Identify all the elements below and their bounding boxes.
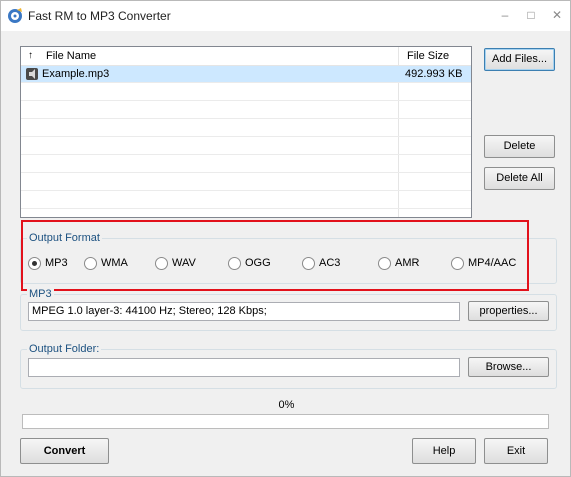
file-list[interactable]: ↑ File Name File Size Example.mp3 492.99… (20, 46, 472, 218)
delete-all-button[interactable]: Delete All (484, 167, 555, 190)
empty-row (21, 174, 471, 191)
radio-label-amr: AMR (395, 257, 420, 269)
audio-file-icon (26, 68, 38, 80)
minimize-icon[interactable]: – (497, 7, 513, 23)
radio-label-ogg: OGG (245, 257, 271, 269)
browse-button[interactable]: Browse... (468, 357, 549, 377)
radio-unselected-icon[interactable] (155, 257, 168, 270)
delete-button[interactable]: Delete (484, 135, 555, 158)
app-icon (8, 8, 22, 23)
radio-label-mp3: MP3 (45, 257, 68, 269)
output-folder-label: Output Folder: (27, 343, 102, 355)
radio-label-wav: WAV (172, 257, 196, 269)
radio-selected-icon[interactable] (28, 257, 41, 270)
column-header-file-size[interactable]: File Size (407, 50, 449, 62)
exit-button[interactable]: Exit (484, 438, 548, 464)
progress-bar (22, 414, 549, 429)
radio-label-mp4-aac: MP4/AAC (468, 257, 517, 269)
output-folder-input[interactable] (28, 358, 460, 377)
close-icon[interactable]: ✕ (549, 7, 565, 23)
empty-row (21, 192, 471, 209)
radio-label-ac3: AC3 (319, 257, 341, 269)
mp3-settings-field[interactable]: MPEG 1.0 layer-3: 44100 Hz; Stereo; 128 … (28, 302, 460, 321)
radio-unselected-icon[interactable] (451, 257, 464, 270)
empty-row (21, 156, 471, 173)
radio-unselected-icon[interactable] (84, 257, 97, 270)
empty-row (21, 84, 471, 101)
file-name: Example.mp3 (42, 68, 110, 80)
radio-unselected-icon[interactable] (228, 257, 241, 270)
file-row[interactable]: Example.mp3 492.993 KB (21, 66, 471, 83)
convert-button[interactable]: Convert (20, 438, 109, 464)
maximize-icon[interactable]: □ (523, 7, 539, 23)
empty-row (21, 120, 471, 137)
radio-label-wma: WMA (101, 257, 128, 269)
column-header-file-name[interactable]: File Name (46, 50, 96, 62)
output-format-label: Output Format (27, 232, 102, 244)
progress-percent: 0% (278, 399, 295, 411)
add-files-button[interactable]: Add Files... (484, 48, 555, 71)
properties-button[interactable]: properties... (468, 301, 549, 321)
window-title: Fast RM to MP3 Converter (28, 9, 171, 23)
sort-arrow-icon[interactable]: ↑ (28, 50, 33, 61)
empty-row (21, 102, 471, 119)
help-button[interactable]: Help (412, 438, 476, 464)
mp3-settings-label: MP3 (27, 288, 54, 300)
title-bar[interactable]: Fast RM to MP3 Converter – □ ✕ (1, 1, 570, 31)
file-list-header: ↑ File Name File Size (21, 47, 471, 66)
converter-window: Fast RM to MP3 Converter – □ ✕ ↑ File Na… (0, 0, 571, 477)
radio-unselected-icon[interactable] (378, 257, 391, 270)
radio-unselected-icon[interactable] (302, 257, 315, 270)
empty-row (21, 138, 471, 155)
file-size: 492.993 KB (405, 68, 463, 80)
